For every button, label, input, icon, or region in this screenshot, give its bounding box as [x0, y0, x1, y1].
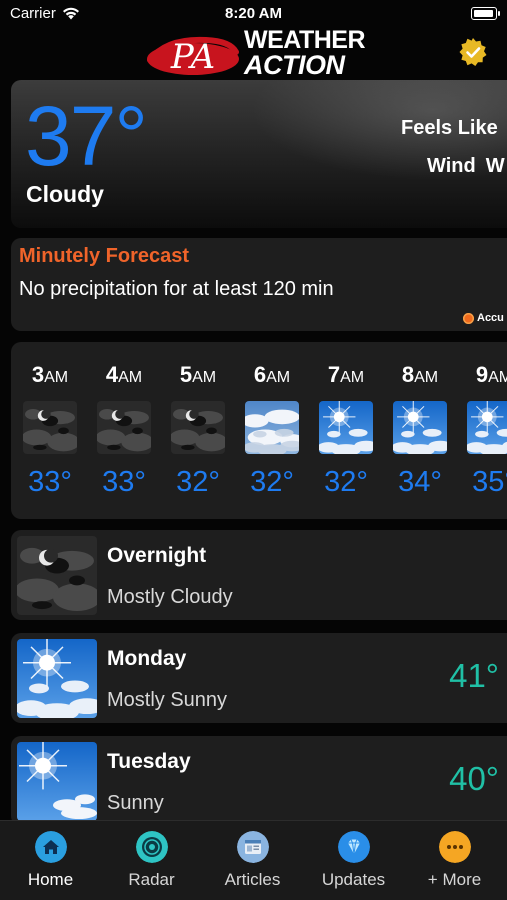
hourly-item[interactable]: 4AM 33°	[89, 342, 163, 519]
diamond-icon	[338, 831, 370, 863]
hour-label: 6AM	[237, 362, 307, 388]
feels-like-label: Feels Like	[401, 117, 498, 139]
night-cloudy-icon	[23, 401, 77, 454]
day-name: Tuesday	[107, 750, 191, 773]
hourly-item[interactable]: 3AM 33°	[15, 342, 89, 519]
radar-icon	[136, 831, 168, 863]
mostly-sunny-icon	[393, 401, 447, 454]
cloudy-icon	[245, 401, 299, 454]
day-name: Overnight	[107, 544, 207, 567]
day-condition: Mostly Cloudy	[107, 586, 233, 608]
minutely-text: No precipitation for at least 120 min	[19, 278, 334, 300]
wind-row: Wind W	[427, 155, 505, 178]
verified-badge-icon[interactable]	[458, 37, 488, 67]
hourly-item[interactable]: 5AM 32°	[163, 342, 237, 519]
hour-label: 5AM	[163, 362, 233, 388]
hour-label: 4AM	[89, 362, 159, 388]
hour-label: 3AM	[15, 362, 85, 388]
clock: 8:20 AM	[225, 5, 282, 22]
hour-temperature: 32°	[324, 466, 368, 498]
hourly-item[interactable]: 8AM 34°	[385, 342, 459, 519]
hourly-item[interactable]: 6AM 32°	[237, 342, 311, 519]
hour-temperature: 32°	[250, 466, 294, 498]
hour-label: 9AM	[459, 362, 507, 388]
night-cloudy-icon	[171, 401, 225, 454]
hour-ampm: AM	[118, 369, 143, 386]
night-cloudy-icon	[97, 401, 151, 454]
tab-articles[interactable]: Articles	[202, 821, 303, 900]
tab-home-label: Home	[27, 870, 74, 889]
hour-label: 8AM	[385, 362, 455, 388]
articles-icon	[237, 831, 269, 863]
mostly-sunny-icon	[17, 639, 97, 718]
sunny-icon	[17, 742, 97, 821]
hour-number: 5	[179, 362, 193, 387]
provider-label: Accu	[477, 312, 504, 324]
logo-title-line2: ACTION	[244, 50, 345, 80]
current-conditions-card[interactable]: 37° Cloudy Feels Like Wind W	[11, 80, 507, 228]
daily-forecast-row[interactable]: Monday Mostly Sunny 41°	[11, 633, 507, 723]
hourly-forecast-strip[interactable]: 3AM 33° 4AM 33° 5AM 32° 6AM 32° 7AM 32° …	[11, 342, 507, 519]
hour-number: 9	[475, 362, 489, 387]
tab-updates[interactable]: Updates	[303, 821, 404, 900]
hour-temperature: 32°	[176, 466, 220, 498]
minutely-title: Minutely Forecast	[19, 245, 190, 267]
tab-radar[interactable]: Radar	[101, 821, 202, 900]
tab-articles-label: Articles	[224, 870, 281, 889]
hour-number: 7	[327, 362, 341, 387]
tab-more-label: + More	[427, 870, 482, 889]
tab-updates-label: Updates	[321, 870, 386, 889]
hour-temperature: 33°	[28, 466, 72, 498]
app-header: PA WEATHER ACTION	[0, 28, 507, 80]
tab-radar-label: Radar	[128, 870, 175, 889]
minutely-forecast-card[interactable]: Minutely Forecast No precipitation for a…	[11, 238, 507, 331]
hour-number: 6	[253, 362, 267, 387]
day-condition: Mostly Sunny	[107, 689, 228, 711]
wind-value: W	[485, 155, 505, 177]
app-logo: PA WEATHER ACTION	[146, 28, 366, 80]
provider-logo: Accu	[463, 312, 504, 324]
hour-ampm: AM	[44, 369, 69, 386]
day-temperature: 40°	[449, 760, 499, 797]
status-bar: Carrier 8:20 AM	[0, 0, 507, 28]
day-condition: Sunny	[107, 792, 164, 814]
hour-ampm: AM	[340, 369, 365, 386]
battery-icon	[471, 7, 500, 20]
hour-number: 3	[31, 362, 45, 387]
hourly-item[interactable]: 7AM 32°	[311, 342, 385, 519]
logo-badge: PA	[147, 36, 239, 76]
hour-label: 7AM	[311, 362, 381, 388]
hour-ampm: AM	[266, 369, 291, 386]
mostly-sunny-icon	[319, 401, 373, 454]
tab-bar: Home Radar Articles Updates + More	[0, 820, 507, 900]
tab-more[interactable]: + More	[404, 821, 505, 900]
accuweather-sun-icon	[463, 312, 474, 324]
current-temperature: 37°	[25, 89, 148, 183]
hour-temperature: 33°	[102, 466, 146, 498]
current-condition: Cloudy	[26, 181, 104, 207]
mostly-sunny-icon	[467, 401, 507, 454]
hour-ampm: AM	[414, 369, 439, 386]
hour-number: 8	[401, 362, 415, 387]
wind-label: Wind	[427, 155, 476, 177]
hour-ampm: AM	[192, 369, 217, 386]
home-icon	[35, 831, 67, 863]
logo-badge-text: PA	[170, 37, 215, 76]
night-cloudy-icon	[17, 536, 97, 615]
more-icon	[439, 831, 471, 863]
day-temperature: 41°	[449, 657, 499, 694]
daily-forecast-row[interactable]: Overnight Mostly Cloudy	[11, 530, 507, 620]
hour-ampm: AM	[488, 369, 507, 386]
hour-temperature: 34°	[398, 466, 442, 498]
hourly-item[interactable]: 9AM 35°	[459, 342, 507, 519]
hour-temperature: 35°	[472, 466, 507, 498]
tab-home[interactable]: Home	[0, 821, 101, 900]
day-name: Monday	[107, 647, 187, 670]
daily-forecast-row[interactable]: Tuesday Sunny 40°	[11, 736, 507, 826]
hour-number: 4	[105, 362, 119, 387]
logo-title: WEATHER ACTION	[244, 28, 366, 80]
